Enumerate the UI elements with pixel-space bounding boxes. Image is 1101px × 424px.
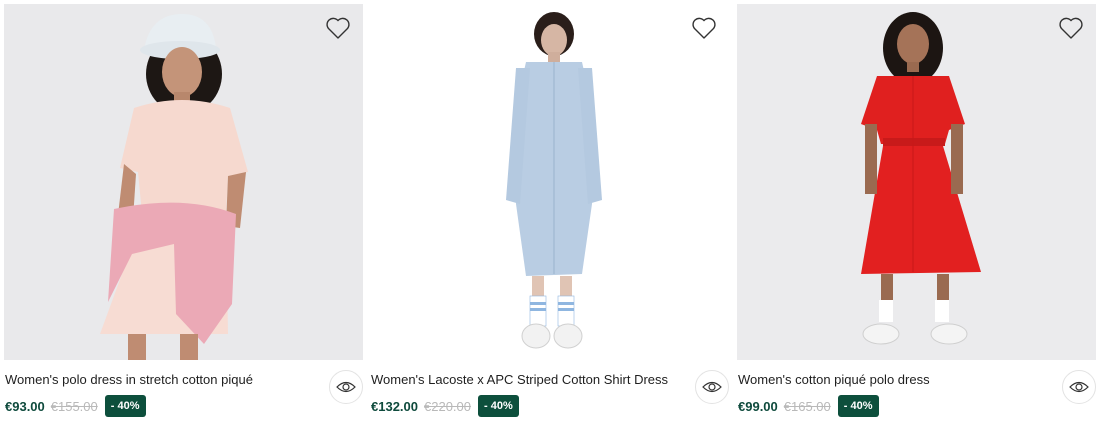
- product-image[interactable]: [737, 4, 1096, 360]
- original-price: €155.00: [50, 398, 98, 414]
- eye-icon: [1069, 381, 1089, 393]
- quick-view-button[interactable]: [329, 370, 363, 404]
- product-name[interactable]: Women's cotton piqué polo dress: [738, 372, 930, 387]
- product-info: Women's polo dress in stretch cotton piq…: [4, 360, 363, 420]
- product-card[interactable]: Women's polo dress in stretch cotton piq…: [4, 4, 363, 420]
- quick-view-button[interactable]: [1062, 370, 1096, 404]
- product-grid: Women's polo dress in stretch cotton piq…: [0, 0, 1101, 424]
- original-price: €220.00: [424, 398, 471, 414]
- eye-icon: [336, 381, 356, 393]
- original-price: €165.00: [783, 398, 831, 414]
- current-price: €99.00: [738, 398, 778, 414]
- product-info: Women's cotton piqué polo dress €99.00 €…: [737, 360, 1096, 420]
- product-name[interactable]: Women's Lacoste x APC Striped Cotton Shi…: [371, 372, 668, 387]
- discount-badge: - 40%: [837, 395, 879, 417]
- product-name[interactable]: Women's polo dress in stretch cotton piq…: [5, 372, 253, 387]
- product-photo: [4, 4, 363, 360]
- product-photo: [370, 4, 729, 360]
- discount-badge: - 40%: [104, 395, 146, 417]
- price-row: €99.00 €165.00 - 40%: [738, 394, 879, 418]
- discount-badge: - 40%: [478, 395, 519, 417]
- heart-icon[interactable]: [1058, 16, 1084, 40]
- price-row: €93.00 €155.00 - 40%: [5, 394, 146, 418]
- current-price: €93.00: [5, 398, 45, 414]
- product-image[interactable]: [4, 4, 363, 360]
- product-card[interactable]: Women's cotton piqué polo dress €99.00 €…: [737, 4, 1096, 420]
- heart-icon[interactable]: [325, 16, 351, 40]
- current-price: €132.00: [371, 398, 418, 414]
- eye-icon: [702, 381, 722, 393]
- quick-view-button[interactable]: [695, 370, 729, 404]
- heart-icon[interactable]: [691, 16, 717, 40]
- price-row: €132.00 €220.00 - 40%: [371, 394, 519, 418]
- product-card[interactable]: Women's Lacoste x APC Striped Cotton Shi…: [370, 4, 729, 420]
- product-info: Women's Lacoste x APC Striped Cotton Shi…: [370, 360, 729, 420]
- product-image[interactable]: [370, 4, 729, 360]
- product-photo: [737, 4, 1096, 360]
